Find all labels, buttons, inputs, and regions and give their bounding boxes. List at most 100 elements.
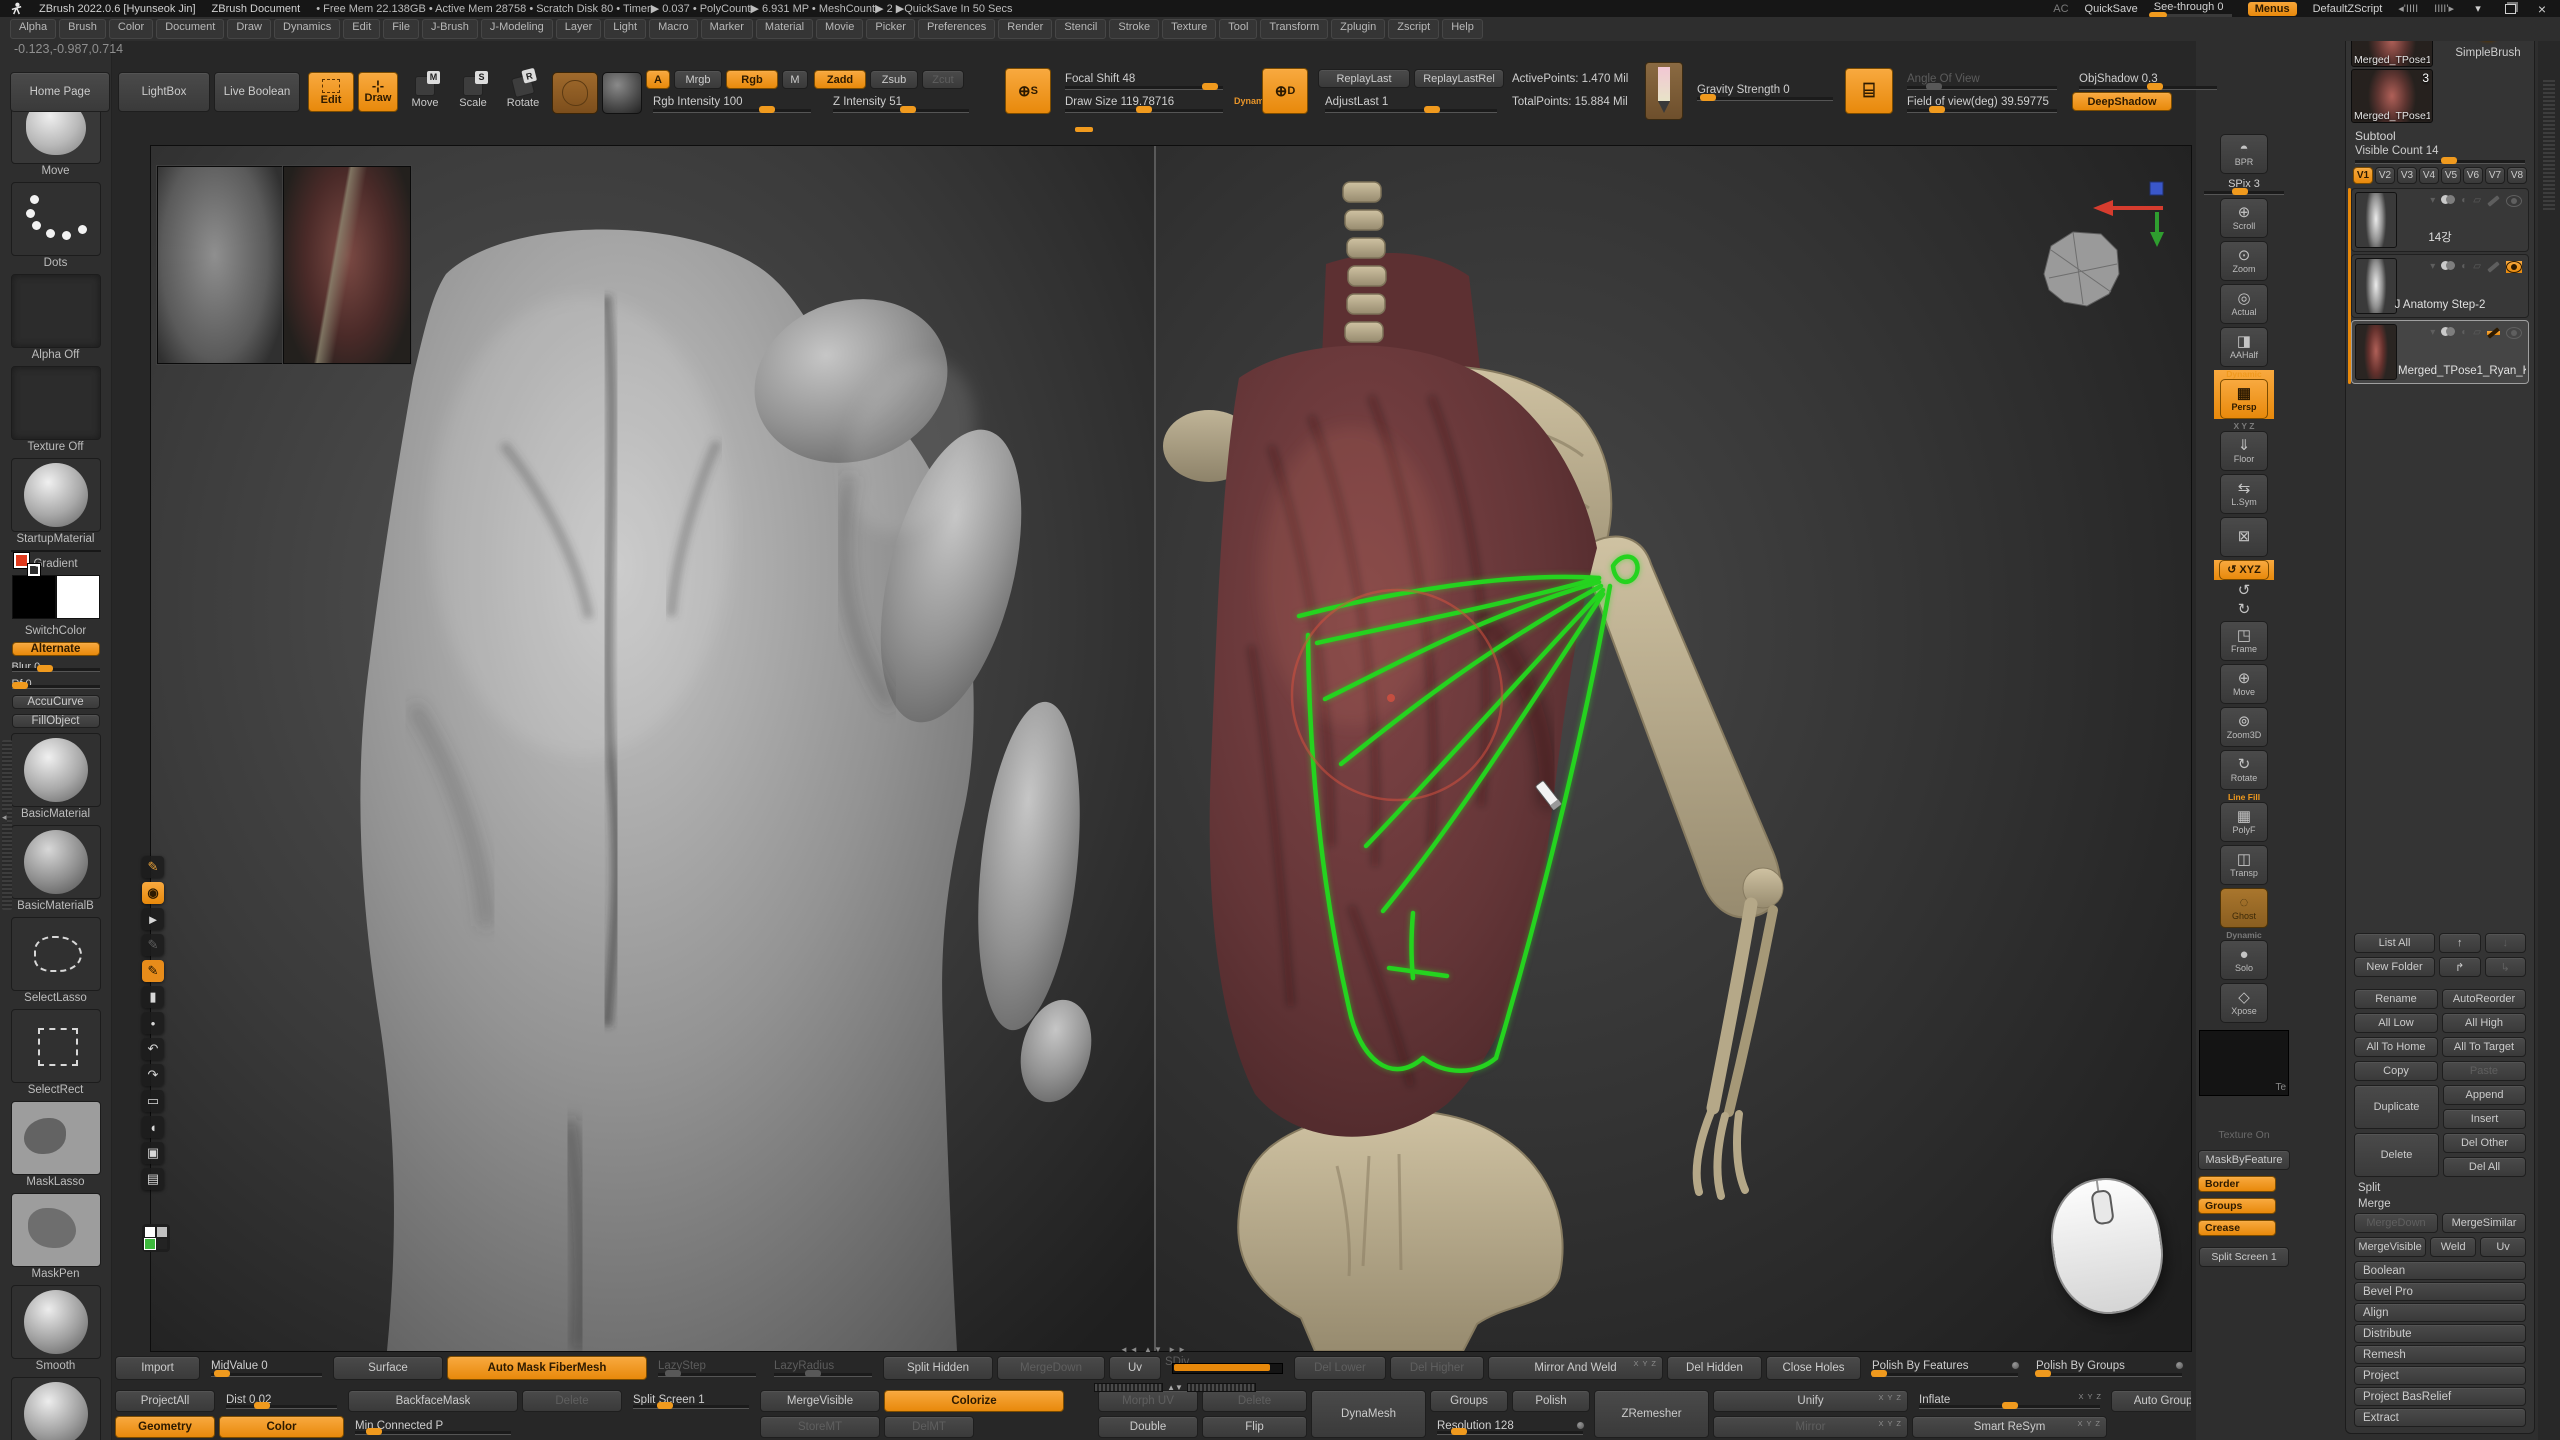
left-tray-item[interactable]: SelectRect [10, 1009, 102, 1096]
left-tray-item[interactable]: Dots [10, 182, 102, 269]
backfacemask-button[interactable]: BackfaceMask [348, 1390, 518, 1412]
menu-item[interactable]: Marker [701, 19, 753, 39]
collapsed-section[interactable]: Project [2354, 1366, 2526, 1385]
zoom-button[interactable]: ⊙ Zoom [2214, 241, 2274, 281]
displacement-icon[interactable]: ▱ [2473, 196, 2481, 206]
floor-button[interactable]: X Y Z ⇓ Floor [2214, 422, 2274, 471]
split-section-header[interactable]: Split [2354, 1182, 2526, 1194]
divider-left-icon[interactable]: ◂'ΙΙΙΙ [2398, 2, 2418, 15]
menu-item[interactable]: Stencil [1055, 19, 1106, 39]
menu-item[interactable]: Edit [343, 19, 380, 39]
minimize-button[interactable]: ▾ [2470, 2, 2486, 15]
colorize-button[interactable]: Colorize [884, 1390, 1064, 1412]
ghost-button[interactable]: ◌ Ghost [2214, 888, 2274, 928]
polypaint-icon[interactable] [2441, 327, 2455, 339]
color-swatch-grey[interactable] [157, 1227, 167, 1237]
subtool-item[interactable]: ▾ ◐ ▱ J Anatomy Step-2 [2351, 254, 2529, 318]
replay-last-button[interactable]: ReplayLast [1318, 69, 1410, 88]
shelf-divider-handle[interactable] [1075, 127, 1093, 132]
polypaint-icon[interactable] [2441, 195, 2455, 207]
left-tray-item[interactable]: MaskPen [10, 1193, 102, 1280]
subtool-view-tab[interactable]: V8 [2507, 167, 2527, 184]
menus-toggle-button[interactable]: Menus [2248, 2, 2297, 16]
smart-resym-button[interactable]: X Y ZSmart ReSym [1912, 1416, 2107, 1438]
all-to-target-button[interactable]: All To Target [2442, 1037, 2526, 1057]
switch-color-swatches[interactable] [12, 575, 100, 619]
left-tray-item[interactable]: Alpha Off [10, 274, 102, 361]
aahalf-button[interactable]: ◨ AAHalf [2214, 327, 2274, 367]
all-to-home-button[interactable]: All To Home [2354, 1037, 2438, 1057]
menu-item[interactable]: Tool [1219, 19, 1257, 39]
paint-brush-icon[interactable] [2487, 199, 2500, 203]
texture-preview[interactable]: Te [2199, 1030, 2289, 1096]
duplicate-button[interactable]: Duplicate [2354, 1085, 2439, 1129]
left-tray-item[interactable]: Smooth [10, 1285, 102, 1372]
displacement-icon[interactable]: ▱ [2473, 328, 2481, 338]
mergevisible-button[interactable]: MergeVisible [760, 1390, 880, 1412]
draw-button[interactable]: -¦- Draw [358, 72, 398, 112]
subtool-view-tab[interactable]: V2 [2375, 167, 2395, 184]
bottom-shelf-cell[interactable]: Del Lower [1294, 1356, 1386, 1380]
cursor-icon[interactable]: ► [142, 908, 164, 930]
projectall-button[interactable]: ProjectAll [115, 1390, 215, 1412]
menu-item[interactable]: Zplugin [1331, 19, 1385, 39]
menu-item[interactable]: Macro [649, 19, 698, 39]
xpose-button[interactable]: ◇ Xpose [2214, 983, 2274, 1023]
xyz-rotation-button[interactable]: ↺ XYZ [2214, 560, 2274, 580]
canvas-scene[interactable] [151, 146, 2191, 1351]
border-toggle[interactable]: Border [2198, 1176, 2276, 1192]
menu-item[interactable]: J-Modeling [481, 19, 553, 39]
color-swatch-black[interactable] [157, 1239, 167, 1249]
polyframe-button[interactable]: Line Fill ▦ PolyF [2214, 793, 2274, 842]
uv-icon[interactable]: ◐ [2461, 262, 2467, 272]
merge-visible-button[interactable]: MergeVisible [2354, 1237, 2426, 1257]
bottom-shelf-cell[interactable]: Uv [1109, 1356, 1161, 1380]
persp-button[interactable]: Dynamic ▦ Persp [2214, 370, 2274, 419]
bottom-shelf-cell[interactable]: Del Hidden [1667, 1356, 1762, 1380]
bottom-shelf-cell[interactable]: Close Holes [1766, 1356, 1861, 1380]
left-tray-item[interactable]: BasicMaterialB [10, 825, 102, 912]
pen-icon[interactable]: ✎ [142, 960, 164, 982]
menu-item[interactable]: Brush [59, 19, 106, 39]
trash-icon[interactable]: ▭ [142, 1090, 164, 1112]
menu-item[interactable]: Document [156, 19, 224, 39]
bottom-shelf-cell[interactable]: Auto Mask FiberMesh [447, 1356, 647, 1380]
mirror-button[interactable]: X Y ZMirror [1713, 1416, 1908, 1438]
rgb-button[interactable]: Rgb [726, 70, 778, 89]
delete-morph-button[interactable]: Delete [1202, 1390, 1307, 1412]
sculptris-pro-d-button[interactable]: ⊕D [1262, 68, 1308, 114]
menu-item[interactable]: Picker [866, 19, 915, 39]
quicksave-button[interactable]: QuickSave [2085, 3, 2138, 15]
paste-button[interactable]: Paste [2442, 1061, 2526, 1081]
paint-brush-icon[interactable] [2487, 265, 2500, 269]
bottom-shelf-cell[interactable]: Import [115, 1356, 200, 1380]
camera-lock-icon[interactable]: ⊠ [2214, 517, 2274, 557]
home-page-button[interactable]: Home Page [10, 72, 110, 112]
deep-shadow-button[interactable]: DeepShadow [2072, 92, 2172, 111]
left-tray-item[interactable]: Texture Off [10, 366, 102, 453]
drag-arrow-icon[interactable]: ▾ [2430, 328, 2435, 338]
list-all-button[interactable]: List All [2354, 933, 2435, 953]
flip-button[interactable]: Flip [1202, 1416, 1307, 1438]
del-other-button[interactable]: Del Other [2443, 1133, 2526, 1153]
adjust-last-slider[interactable]: AdjustLast 1 [1318, 92, 1504, 116]
collapsed-section[interactable]: Distribute [2354, 1324, 2526, 1343]
bottom-shelf-cell[interactable]: Del Higher [1390, 1356, 1484, 1380]
chat-bubble-icon[interactable]: ◖ [142, 1116, 164, 1138]
menu-item[interactable]: Transform [1260, 19, 1328, 39]
subtool-view-tab[interactable]: V7 [2485, 167, 2505, 184]
menu-item[interactable]: Movie [816, 19, 863, 39]
close-button[interactable]: × [2534, 2, 2550, 15]
drag-arrow-icon[interactable]: ▾ [2430, 262, 2435, 272]
auto-groups-button[interactable]: Auto Groups [2111, 1390, 2191, 1412]
zremesher-button[interactable]: ZRemesher [1594, 1390, 1709, 1438]
menu-item[interactable]: Alpha [10, 19, 56, 39]
collapsed-section[interactable]: Extract [2354, 1408, 2526, 1427]
left-tray-item[interactable]: BasicMaterial [10, 733, 102, 820]
actual-button[interactable]: ◎ Actual [2214, 284, 2274, 324]
rotate-z-icon[interactable]: ↻ [2214, 602, 2274, 618]
list-icon[interactable]: ▤ [142, 1168, 164, 1190]
redo-icon[interactable]: ↷ [142, 1064, 164, 1086]
left-tray-handle[interactable] [2, 740, 12, 910]
visibility-eye-icon[interactable] [2506, 195, 2522, 207]
